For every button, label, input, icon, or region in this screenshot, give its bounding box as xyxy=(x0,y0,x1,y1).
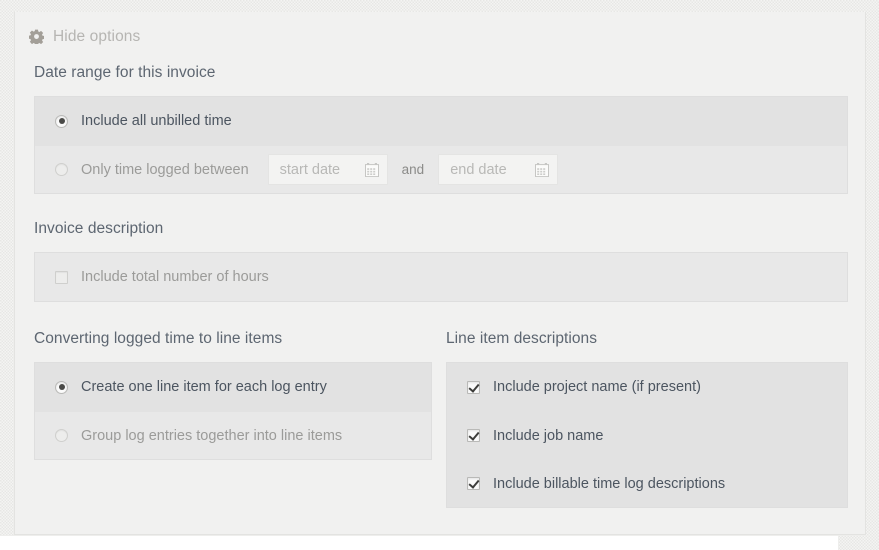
option-row-create-one-line-item[interactable]: Create one line item for each log entry xyxy=(35,363,431,411)
option-label: Group log entries together into line ite… xyxy=(81,427,343,444)
checkbox-include-billable-descriptions[interactable] xyxy=(467,477,480,490)
calendar-icon[interactable] xyxy=(364,162,379,177)
converting-heading: Converting logged time to line items xyxy=(34,330,283,347)
line-item-descriptions-heading: Line item descriptions xyxy=(446,330,598,347)
hide-options-label[interactable]: Hide options xyxy=(53,28,140,46)
option-row-include-all-unbilled[interactable]: Include all unbilled time xyxy=(35,97,847,145)
option-label: Create one line item for each log entry xyxy=(81,379,327,395)
option-label: Include billable time log descriptions xyxy=(493,475,726,492)
end-date-placeholder: end date xyxy=(450,161,507,178)
line-item-descriptions-option-group: Include project name (if present) Includ… xyxy=(446,362,848,508)
invoice-options-panel: Hide options Date range for this invoice… xyxy=(14,12,866,535)
radio-create-one-line-item[interactable] xyxy=(55,380,68,394)
checkbox-include-total-hours[interactable] xyxy=(55,270,68,284)
radio-group-log-entries[interactable] xyxy=(55,429,68,442)
radio-only-time-logged-between[interactable] xyxy=(55,163,68,176)
date-range-separator: and xyxy=(401,162,425,177)
option-row-include-project-name[interactable]: Include project name (if present) xyxy=(447,363,847,411)
panel-header: Hide options xyxy=(15,12,865,46)
option-label: Include total number of hours xyxy=(81,269,269,285)
option-row-only-time-logged-between[interactable]: Only time logged between start date and … xyxy=(35,145,847,193)
converting-option-group: Create one line item for each log entry … xyxy=(34,362,432,460)
radio-include-all-unbilled[interactable] xyxy=(55,114,68,128)
checkbox-include-job-name[interactable] xyxy=(467,429,480,442)
checkbox-include-project-name[interactable] xyxy=(467,380,480,394)
option-label: Include all unbilled time xyxy=(81,113,232,129)
option-row-include-total-hours[interactable]: Include total number of hours xyxy=(35,253,847,301)
option-row-include-job-name[interactable]: Include job name xyxy=(447,411,847,459)
option-label: Only time logged between xyxy=(81,161,249,178)
page-bottom-strip xyxy=(0,536,838,550)
start-date-input[interactable]: start date xyxy=(267,154,388,185)
start-date-placeholder: start date xyxy=(279,161,341,178)
gear-icon xyxy=(29,29,44,44)
converting-column: Converting logged time to line items Cre… xyxy=(34,330,432,508)
option-row-group-log-entries[interactable]: Group log entries together into line ite… xyxy=(35,411,431,459)
line-item-descriptions-column: Line item descriptions Include project n… xyxy=(446,330,848,508)
date-range-heading: Date range for this invoice xyxy=(34,64,216,81)
invoice-description-heading: Invoice description xyxy=(34,220,164,237)
date-range-option-group: Include all unbilled time Only time logg… xyxy=(34,96,848,194)
end-date-input[interactable]: end date xyxy=(438,154,559,185)
option-row-include-billable-descriptions[interactable]: Include billable time log descriptions xyxy=(447,459,847,507)
calendar-icon[interactable] xyxy=(535,162,550,177)
option-label: Include job name xyxy=(493,427,604,444)
bottom-columns: Converting logged time to line items Cre… xyxy=(34,330,865,508)
option-label: Include project name (if present) xyxy=(493,379,701,395)
invoice-description-option-group: Include total number of hours xyxy=(34,252,848,302)
